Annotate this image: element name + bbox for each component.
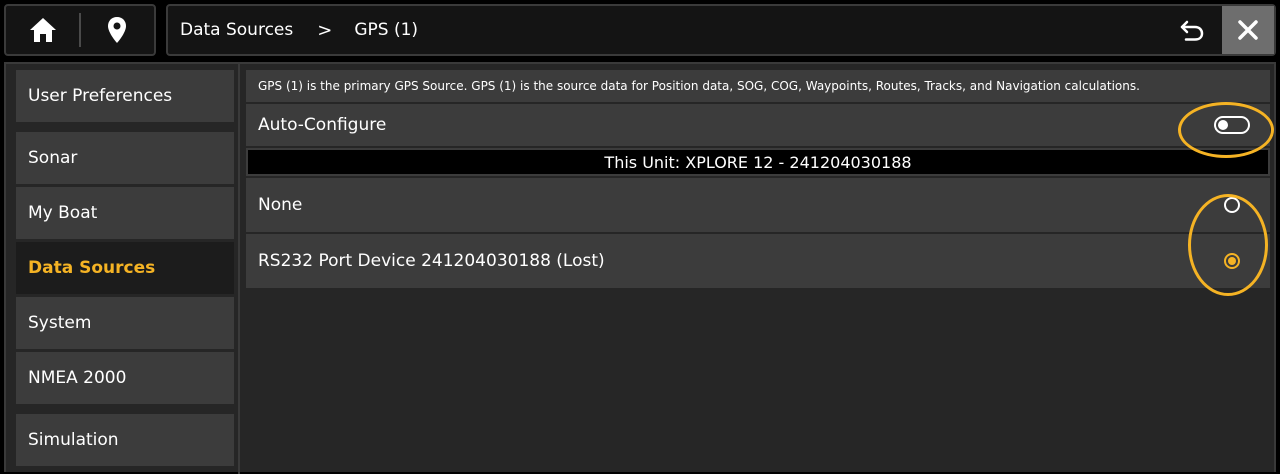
sidebar: User Preferences Sonar My Boat Data Sour…: [10, 68, 238, 468]
sidebar-item-label: My Boat: [28, 203, 98, 223]
sidebar-item-user-preferences[interactable]: User Preferences: [16, 70, 234, 122]
home-location-group: [4, 4, 156, 56]
sidebar-item-my-boat[interactable]: My Boat: [16, 187, 234, 239]
location-pin-icon: [108, 17, 127, 43]
sidebar-item-label: Simulation: [28, 430, 119, 450]
auto-configure-label: Auto-Configure: [258, 115, 387, 135]
source-option-label: RS232 Port Device 241204030188 (Lost): [258, 251, 605, 271]
close-icon: [1238, 20, 1258, 40]
source-option-none[interactable]: None: [246, 176, 1270, 232]
back-icon: [1180, 20, 1204, 41]
sidebar-divider: [238, 64, 240, 474]
radio-highlight-ring: [1188, 194, 1268, 296]
sidebar-item-simulation[interactable]: Simulation: [16, 414, 234, 466]
breadcrumb-data-sources[interactable]: Data Sources: [180, 20, 293, 40]
home-button[interactable]: [6, 6, 79, 54]
this-unit-header: This Unit: XPLORE 12 - 241204030188: [246, 148, 1270, 176]
source-option-rs232[interactable]: RS232 Port Device 241204030188 (Lost): [246, 232, 1270, 288]
close-button[interactable]: [1222, 6, 1274, 54]
breadcrumb: Data Sources > GPS (1): [166, 4, 1276, 56]
breadcrumb-separator: >: [317, 19, 333, 41]
auto-configure-row[interactable]: Auto-Configure: [246, 102, 1270, 146]
info-text: GPS (1) is the primary GPS Source. GPS (…: [258, 79, 1140, 93]
home-icon: [29, 18, 56, 42]
gps-info-text: GPS (1) is the primary GPS Source. GPS (…: [246, 70, 1270, 102]
sidebar-item-system[interactable]: System: [16, 297, 234, 349]
this-unit-label: This Unit: XPLORE 12 - 241204030188: [604, 152, 912, 172]
location-button[interactable]: [81, 6, 154, 54]
gps-source-settings: GPS (1) is the primary GPS Source. GPS (…: [246, 70, 1270, 288]
back-button[interactable]: [1166, 6, 1218, 54]
breadcrumb-gps: GPS (1): [354, 20, 419, 40]
settings-panel: User Preferences Sonar My Boat Data Sour…: [4, 62, 1276, 474]
sidebar-item-label: Sonar: [28, 148, 78, 168]
sidebar-item-nmea-2000[interactable]: NMEA 2000: [16, 352, 234, 404]
sidebar-item-label: System: [28, 313, 92, 333]
sidebar-item-label: User Preferences: [28, 86, 173, 106]
sidebar-item-label: NMEA 2000: [28, 368, 127, 388]
sidebar-item-data-sources[interactable]: Data Sources: [16, 242, 234, 294]
sidebar-item-label: Data Sources: [28, 258, 156, 278]
sidebar-item-sonar[interactable]: Sonar: [16, 132, 234, 184]
toggle-highlight-ring: [1178, 102, 1274, 158]
source-option-label: None: [258, 195, 303, 215]
